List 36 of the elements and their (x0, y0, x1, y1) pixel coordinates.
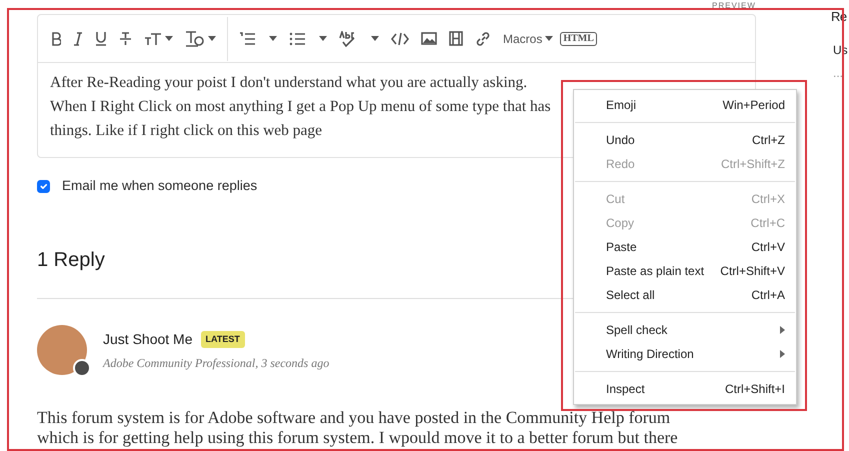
editor-text-line: After Re-Reading your poist I don't understand what you are actually asking. (50, 73, 528, 93)
italic-icon (73, 32, 83, 46)
context-menu-item[interactable]: Paste as plain text Ctrl+Shift+V (574, 259, 796, 283)
editor-text-line: things. Like if I right click on this web page (50, 121, 322, 141)
underline-icon (95, 31, 107, 46)
html-button[interactable]: HTML (560, 32, 597, 46)
email-option-label: Email me when someone replies (62, 177, 258, 195)
context-menu-item[interactable]: Inspect Ctrl+Shift+I (574, 377, 796, 401)
clear-format-icon (185, 30, 205, 46)
editor-text-line: When I Right Click on most anything I get a Pop Up menu of some type that has (50, 97, 551, 117)
code-icon (391, 32, 409, 46)
image-icon (421, 32, 437, 45)
replies-heading: 1 Reply (37, 248, 105, 272)
panel-text: ... (833, 65, 844, 82)
bold-icon (51, 32, 61, 46)
latest-badge: LATEST (200, 330, 245, 348)
author-name[interactable]: Just Shoot Me (103, 328, 192, 350)
strikethrough-icon (119, 32, 132, 46)
link-icon (475, 30, 491, 46)
bullet-list-icon (289, 32, 305, 46)
context-menu-item[interactable]: Paste Ctrl+V (574, 235, 796, 259)
context-menu-item[interactable]: Spell check (574, 318, 796, 342)
context-menu-item[interactable]: Emoji Win+Period (574, 93, 796, 117)
film-icon (449, 31, 463, 46)
reply-text-line: This forum system is for Adobe software and you have posted in the Community Help forum (37, 408, 670, 428)
context-menu-item[interactable]: Writing Direction (574, 342, 796, 366)
context-menu-item[interactable]: Select all Ctrl+A (574, 283, 796, 307)
context-menu-item[interactable]: Undo Ctrl+Z (574, 128, 796, 152)
text-size-icon (144, 32, 162, 46)
macros-dropdown[interactable]: Macros (498, 26, 558, 52)
numbered-list-icon (239, 32, 255, 46)
preview-label: PREVIEW (712, 1, 756, 10)
spell-check-icon (339, 30, 357, 46)
author-role: Adobe Community Professional, 3 seconds ago (103, 354, 330, 372)
reply-text-line: which is for getting help using this forum system. I wpould move it to a better forum but there (37, 428, 678, 448)
email-checkbox[interactable] (37, 180, 50, 193)
